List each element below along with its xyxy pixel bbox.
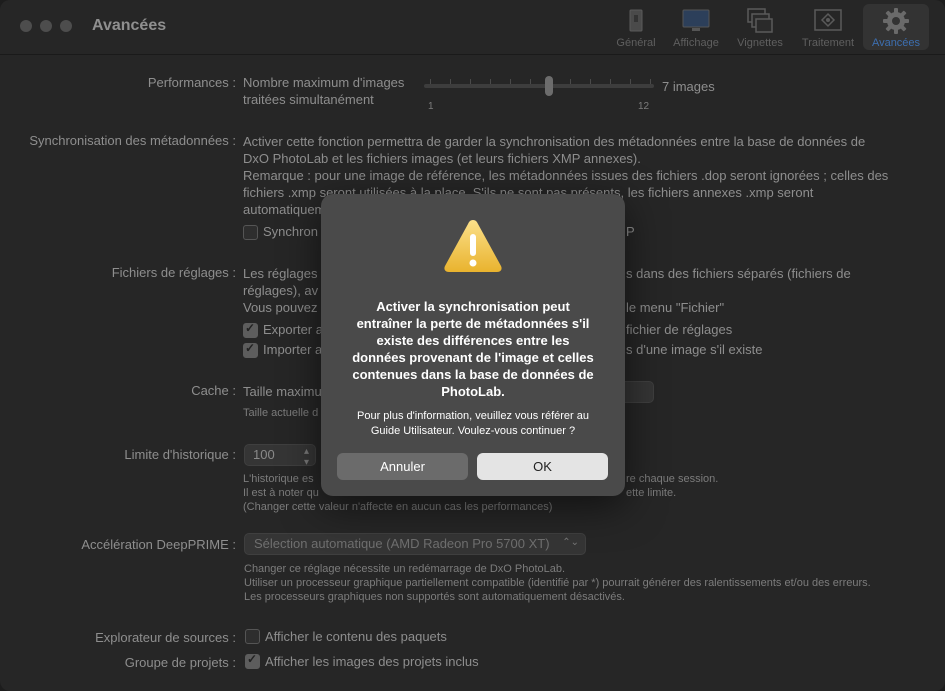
preferences-window: Avancées Général Affichage Vignettes Tra…	[0, 0, 945, 691]
ok-button[interactable]: OK	[477, 453, 608, 480]
dialog-message-line: données provenant de l'image et celles	[352, 350, 594, 365]
dialog-message-line: entraîner la perte de métadonnées s'il	[356, 316, 590, 331]
alert-dialog: Activer la synchronisation peut entraîne…	[321, 194, 625, 496]
dialog-message-line: PhotoLab.	[441, 384, 505, 399]
dialog-informative-text: Pour plus d'information, veuillez vous r…	[337, 409, 609, 439]
warning-icon	[444, 220, 502, 272]
dialog-message-line: Activer la synchronisation peut	[376, 299, 570, 314]
dialog-message-line: existe des différences entre les	[376, 333, 570, 348]
modal-overlay: Activer la synchronisation peut entraîne…	[0, 0, 945, 691]
dialog-info-line: Pour plus d'information, veuillez vous r…	[357, 410, 589, 422]
dialog-message-line: contenues dans la base de données de	[352, 367, 594, 382]
dialog-info-line: Guide Utilisateur. Voulez-vous continuer…	[370, 425, 576, 437]
cancel-button[interactable]: Annuler	[337, 453, 468, 480]
dialog-message: Activer la synchronisation peut entraîne…	[341, 298, 605, 400]
